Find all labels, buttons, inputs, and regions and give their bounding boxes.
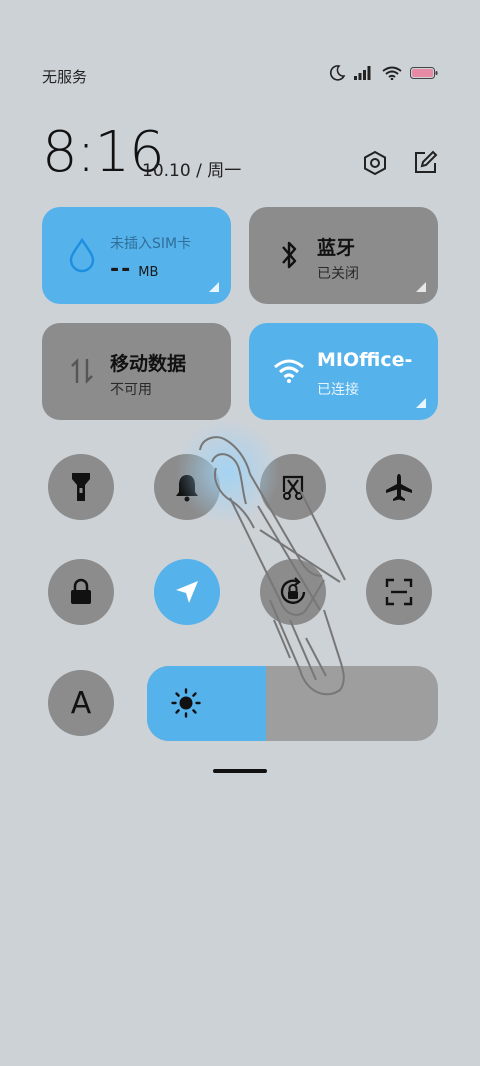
wifi-status-icon bbox=[382, 66, 402, 80]
sim-status-label: 未插入SIM卡 bbox=[110, 236, 192, 252]
sun-icon bbox=[171, 688, 201, 722]
scissors-icon bbox=[278, 472, 308, 502]
scan-icon bbox=[385, 578, 413, 606]
settings-hexagon-icon[interactable] bbox=[362, 150, 388, 176]
carrier-label: 无服务 bbox=[42, 68, 88, 86]
mobile-data-status: 不可用 bbox=[110, 382, 152, 398]
edit-icon[interactable] bbox=[412, 150, 438, 176]
lock-icon bbox=[68, 578, 94, 606]
screenshot-toggle[interactable] bbox=[260, 454, 326, 520]
wifi-status: 已连接 bbox=[317, 382, 359, 398]
mobile-data-label: 移动数据 bbox=[110, 353, 187, 375]
brightness-fill bbox=[147, 666, 267, 741]
flashlight-toggle[interactable] bbox=[48, 454, 114, 520]
location-toggle[interactable] bbox=[154, 559, 220, 625]
wifi-tile[interactable]: MIOffice- 已连接 bbox=[249, 323, 438, 420]
lock-toggle[interactable] bbox=[48, 559, 114, 625]
expand-corner-icon bbox=[416, 282, 426, 292]
bluetooth-icon bbox=[273, 237, 305, 273]
location-arrow-icon bbox=[173, 578, 201, 606]
battery-icon bbox=[410, 67, 438, 79]
status-icons bbox=[328, 64, 438, 82]
airplane-toggle[interactable] bbox=[366, 454, 432, 520]
expand-corner-icon bbox=[209, 282, 219, 292]
bluetooth-tile[interactable]: 蓝牙 已关闭 bbox=[249, 207, 438, 304]
scanner-toggle[interactable] bbox=[366, 559, 432, 625]
wifi-icon bbox=[273, 353, 305, 389]
bluetooth-status: 已关闭 bbox=[317, 266, 359, 282]
bell-icon bbox=[173, 472, 201, 502]
mobile-data-tile[interactable]: 移动数据 不可用 bbox=[42, 323, 231, 420]
moon-icon bbox=[328, 64, 346, 82]
data-usage: -- MB bbox=[110, 257, 158, 282]
mobile-data-arrows-icon bbox=[66, 353, 98, 389]
signal-icon bbox=[354, 66, 374, 80]
flashlight-icon bbox=[68, 471, 94, 503]
sim-data-tile[interactable]: 未插入SIM卡 -- MB bbox=[42, 207, 231, 304]
wifi-network-name: MIOffice- bbox=[317, 349, 413, 371]
rotation-lock-toggle[interactable] bbox=[260, 559, 326, 625]
airplane-icon bbox=[384, 472, 414, 502]
font-size-label: A bbox=[70, 685, 92, 721]
brightness-slider[interactable] bbox=[147, 666, 438, 741]
bell-toggle[interactable] bbox=[154, 454, 220, 520]
home-indicator[interactable] bbox=[213, 769, 267, 773]
rotation-lock-icon bbox=[277, 576, 309, 608]
data-usage-unit: MB bbox=[138, 265, 159, 280]
bluetooth-label: 蓝牙 bbox=[317, 237, 356, 259]
data-usage-value: -- bbox=[110, 257, 133, 282]
status-bar: 无服务 bbox=[0, 60, 480, 90]
clock-date: 10.10 / 周一 bbox=[142, 161, 242, 181]
expand-corner-icon bbox=[416, 398, 426, 408]
water-drop-icon bbox=[66, 237, 98, 273]
font-size-toggle[interactable]: A bbox=[48, 670, 114, 736]
clock-row: 8:16 10.10 / 周一 bbox=[42, 120, 438, 190]
